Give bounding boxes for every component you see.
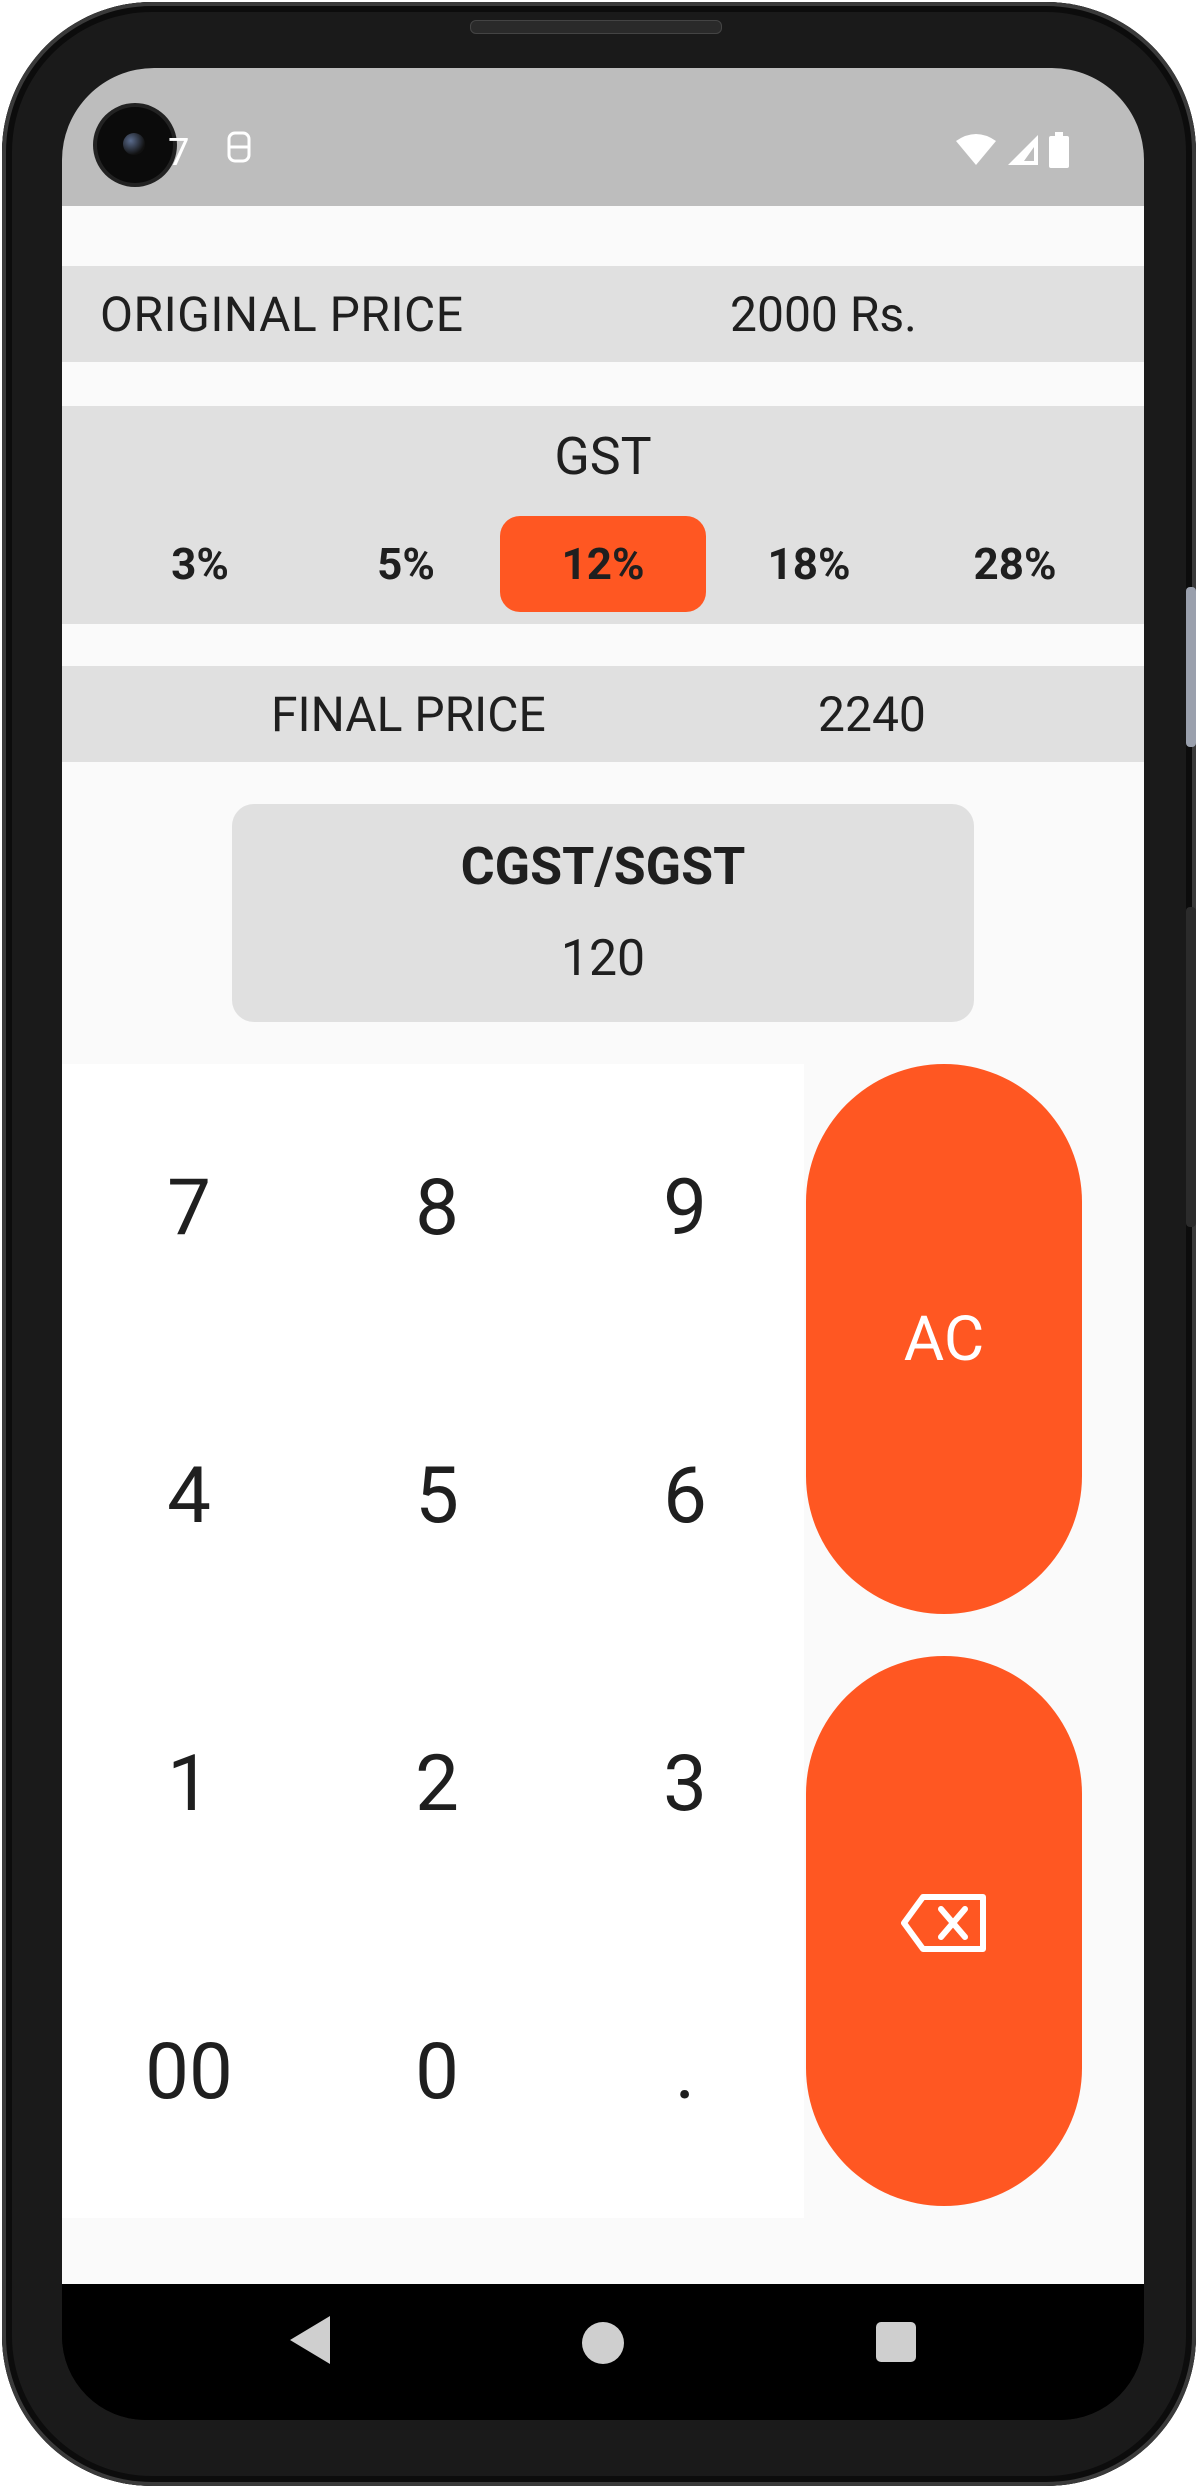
cgst-sgst-card: CGST/SGST 120: [232, 804, 974, 1022]
power-button: [1186, 907, 1196, 1227]
backspace-icon: [901, 1893, 987, 1969]
original-price-row: ORIGINAL PRICE 2000 Rs.: [62, 266, 1144, 362]
key-00[interactable]: 00: [65, 1928, 313, 2216]
status-bar: 7: [62, 68, 1144, 206]
key-decimal[interactable]: .: [561, 1928, 809, 2216]
final-price-row: FINAL PRICE 2240: [62, 666, 1144, 762]
gst-option-28[interactable]: 28%: [912, 516, 1118, 612]
key-4[interactable]: 4: [65, 1352, 313, 1640]
wifi-icon: [954, 133, 998, 171]
back-triangle-icon[interactable]: [288, 2314, 332, 2370]
status-time: 7: [168, 131, 190, 175]
home-circle-icon[interactable]: [582, 2322, 624, 2364]
key-6[interactable]: 6: [561, 1352, 809, 1640]
battery-icon: [1048, 132, 1070, 172]
screen: 7 ORIGINAL PRICE 2000 Rs. GST 3% 5% 12% …: [62, 68, 1144, 2420]
gst-rate-selector: GST 3% 5% 12% 18% 28%: [62, 406, 1144, 624]
cgst-sgst-value: 120: [560, 930, 646, 988]
status-icons: [954, 132, 1070, 172]
key-8[interactable]: 8: [313, 1064, 561, 1352]
gst-option-5[interactable]: 5%: [303, 516, 509, 612]
notification-icon: [226, 130, 252, 164]
gst-option-3[interactable]: 3%: [97, 516, 303, 612]
gst-title: GST: [554, 426, 652, 487]
signal-icon: [1006, 133, 1040, 171]
original-price-label: ORIGINAL PRICE: [100, 286, 464, 343]
all-clear-button[interactable]: AC: [806, 1064, 1082, 1614]
earpiece-speaker: [470, 20, 722, 34]
all-clear-label: AC: [903, 1302, 985, 1376]
backspace-button[interactable]: [806, 1656, 1082, 2206]
key-9[interactable]: 9: [561, 1064, 809, 1352]
front-camera: [97, 107, 173, 183]
recents-square-icon[interactable]: [876, 2322, 916, 2362]
numeric-keypad: 7 8 9 4 5 6 1 2 3 00 0 .: [62, 1064, 804, 2218]
key-2[interactable]: 2: [313, 1640, 561, 1928]
key-3[interactable]: 3: [561, 1640, 809, 1928]
key-7[interactable]: 7: [65, 1064, 313, 1352]
key-5[interactable]: 5: [313, 1352, 561, 1640]
original-price-value: 2000 Rs.: [730, 286, 917, 343]
final-price-label: FINAL PRICE: [271, 686, 546, 743]
gst-option-18[interactable]: 18%: [706, 516, 912, 612]
key-0[interactable]: 0: [313, 1928, 561, 2216]
gst-calculator-app: ORIGINAL PRICE 2000 Rs. GST 3% 5% 12% 18…: [62, 206, 1144, 2284]
gst-option-12-selected[interactable]: 12%: [500, 516, 706, 612]
volume-button: [1186, 587, 1196, 747]
phone-frame: 7 ORIGINAL PRICE 2000 Rs. GST 3% 5% 12% …: [2, 2, 1196, 2486]
final-price-value: 2240: [818, 686, 926, 743]
key-1[interactable]: 1: [65, 1640, 313, 1928]
navigation-bar: [62, 2284, 1144, 2420]
cgst-sgst-title: CGST/SGST: [460, 836, 746, 897]
